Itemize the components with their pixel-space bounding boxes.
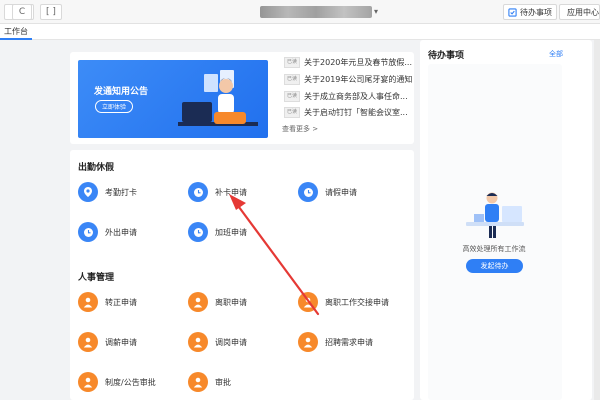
empty-state-illustration: [466, 192, 524, 238]
todo-empty-message: 高效处理所有工作流: [462, 245, 526, 253]
todo-panel-title: 待办事项: [428, 51, 465, 61]
todo-view-all-link[interactable]: 全部: [549, 49, 563, 59]
start-todo-button[interactable]: 发起待办: [466, 259, 523, 273]
page-scrollbar[interactable]: [594, 40, 600, 400]
